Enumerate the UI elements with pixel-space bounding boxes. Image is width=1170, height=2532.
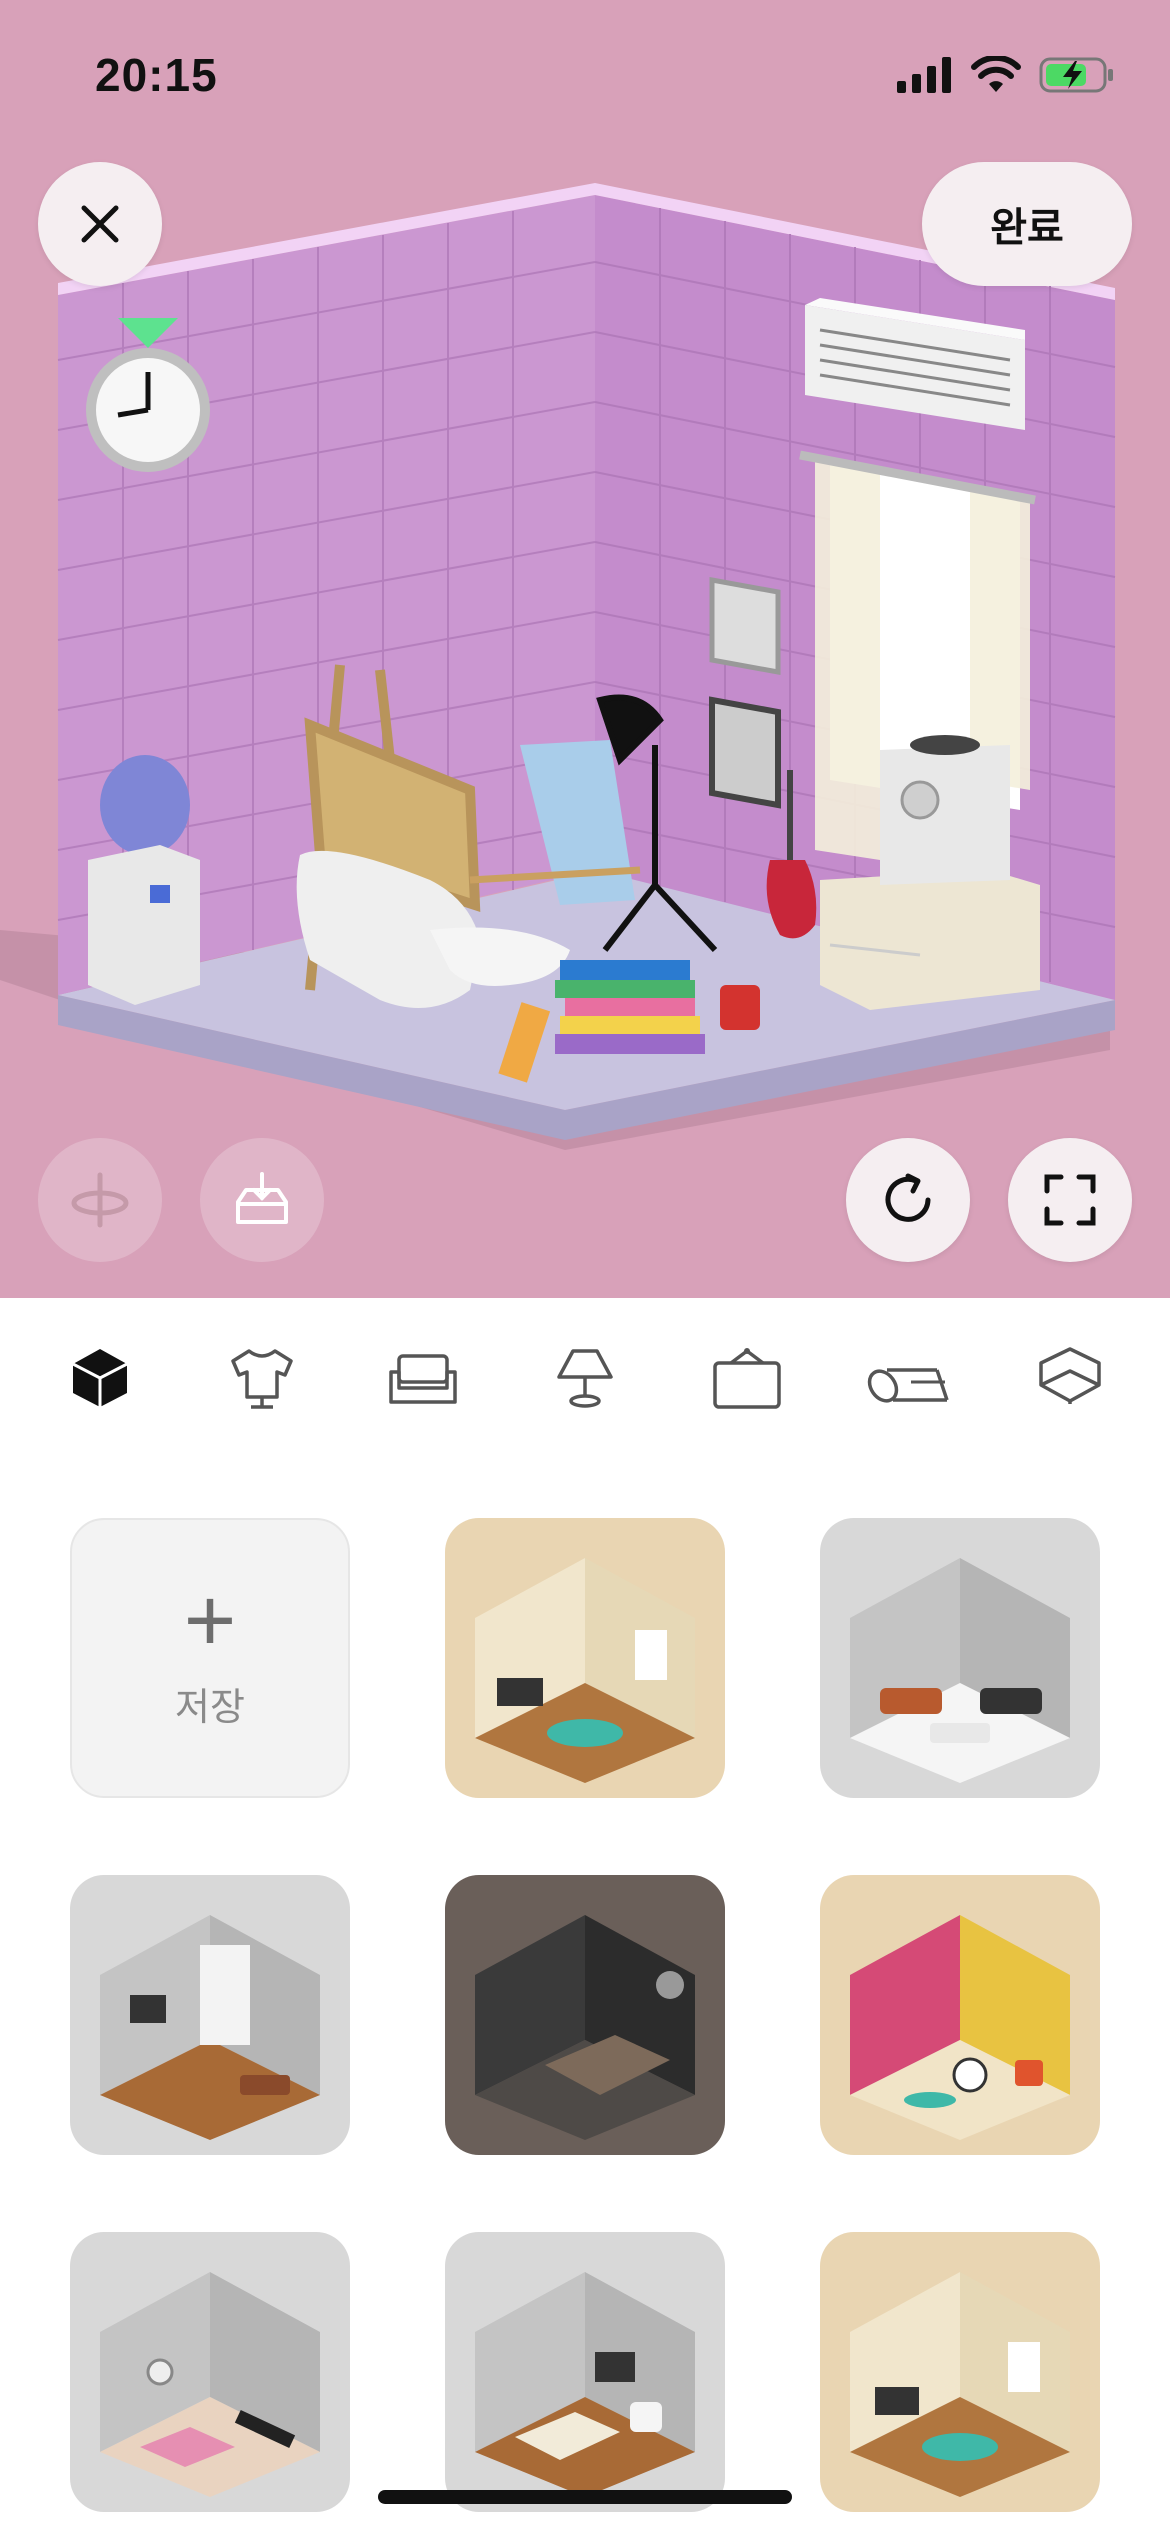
fullscreen-icon — [1044, 1174, 1096, 1226]
save-preset-tile[interactable]: + 저장 — [70, 1518, 350, 1798]
room-preset-thumbnail — [475, 1915, 695, 2140]
room-preset-tile[interactable] — [445, 2232, 725, 2512]
rotate-item-button[interactable] — [38, 1138, 162, 1262]
room-preset-tile[interactable] — [820, 1875, 1100, 2155]
save-preset-label: 저장 — [175, 1686, 245, 1729]
room-preset-tile[interactable] — [70, 2232, 350, 2512]
sofa-icon — [389, 1354, 458, 1404]
tab-room-shell[interactable] — [1020, 1328, 1120, 1428]
frame-icon — [712, 1348, 781, 1409]
refresh-icon — [885, 1173, 931, 1222]
signal-icon — [897, 57, 951, 93]
room-scene[interactable] — [0, 150, 1170, 1150]
tab-lighting[interactable] — [535, 1328, 635, 1428]
category-tab-bar — [0, 1298, 1170, 1458]
room-preset-tile[interactable] — [70, 1875, 350, 2155]
tab-rooms[interactable] — [50, 1328, 150, 1428]
download-tray-icon — [236, 1172, 288, 1224]
status-time: 20:15 — [95, 49, 218, 101]
close-icon — [81, 205, 119, 243]
tab-furniture[interactable] — [373, 1328, 473, 1428]
done-button[interactable]: 완료 — [922, 162, 1132, 286]
room-preset-tile[interactable] — [445, 1875, 725, 2155]
plus-icon: + — [183, 1570, 237, 1671]
room-preset-tile[interactable] — [820, 2232, 1100, 2512]
fullscreen-button[interactable] — [1008, 1138, 1132, 1262]
mug-item[interactable] — [720, 985, 760, 1030]
tab-clothes[interactable] — [212, 1328, 312, 1428]
drawer-cabinet-item[interactable] — [820, 870, 1040, 1010]
room-preset-thumbnail — [475, 1558, 695, 1783]
status-icons — [897, 50, 1115, 100]
room-preset-thumbnail — [475, 2272, 695, 2497]
save-room-button[interactable] — [200, 1138, 324, 1262]
tab-wall-decor[interactable] — [697, 1328, 797, 1428]
reset-button[interactable] — [846, 1138, 970, 1262]
room-preset-thumbnail — [850, 1915, 1070, 2140]
shirt-icon — [230, 1349, 293, 1409]
cube-icon — [72, 1349, 128, 1407]
home-indicator — [378, 2490, 792, 2504]
room-preset-grid: + 저장 — [70, 1518, 1100, 2512]
room-preset-tile[interactable] — [820, 1518, 1100, 1798]
water-cooler-item[interactable] — [88, 755, 200, 1005]
wifi-icon — [971, 56, 1021, 92]
room-preset-thumbnail — [100, 2272, 320, 2497]
rotate-axis-icon — [71, 1172, 129, 1228]
room-editor-canvas[interactable]: 20:15 완료 — [0, 0, 1170, 1298]
rug-roll-icon — [868, 1368, 949, 1403]
room-preset-thumbnail — [100, 1915, 320, 2140]
status-bar: 20:15 — [0, 0, 1170, 150]
tab-flooring[interactable] — [858, 1328, 958, 1428]
close-button[interactable] — [38, 162, 162, 286]
coffee-machine-item[interactable] — [880, 735, 1010, 885]
lamp-icon — [557, 1349, 613, 1408]
floor-box-icon — [1039, 1347, 1101, 1407]
room-preset-thumbnail — [850, 2272, 1070, 2497]
battery-charging-icon — [1039, 57, 1113, 93]
room-preset-thumbnail — [850, 1558, 1070, 1783]
room-preset-tile[interactable] — [445, 1518, 725, 1798]
